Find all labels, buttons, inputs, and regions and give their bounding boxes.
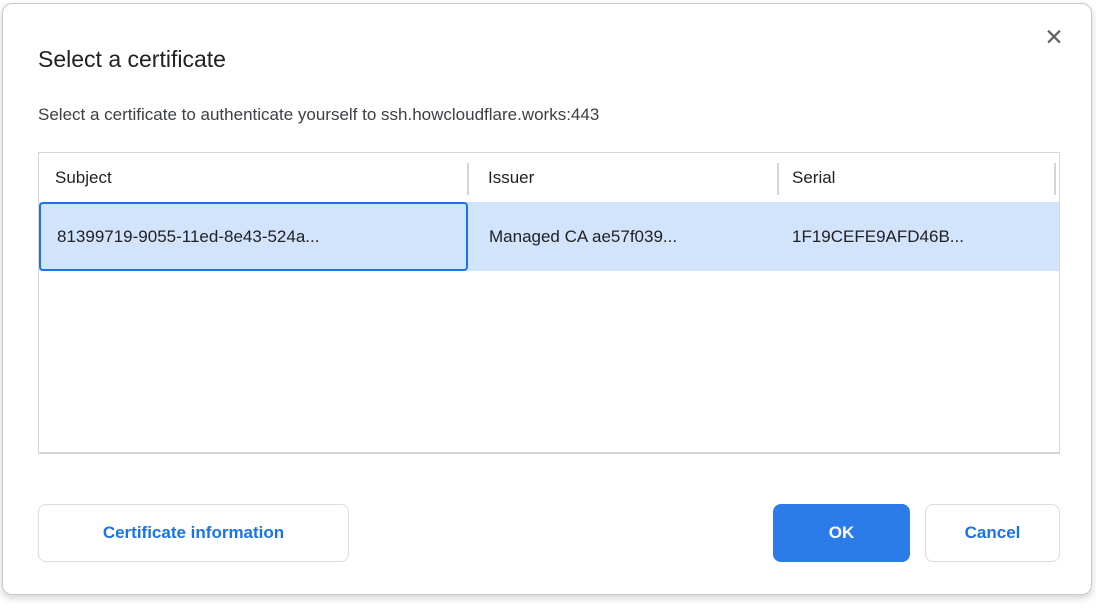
column-header-serial[interactable]: Serial	[792, 153, 835, 202]
certificate-table: Subject Issuer Serial 81399719-9055-11ed…	[38, 152, 1060, 454]
certificate-row-selected[interactable]: 81399719-9055-11ed-8e43-524a... Managed …	[39, 202, 1059, 271]
certificate-information-button-label: Certificate information	[103, 523, 284, 543]
column-header-issuer[interactable]: Issuer	[488, 153, 534, 202]
cell-serial[interactable]: 1F19CEFE9AFD46B...	[792, 202, 964, 271]
ok-button-label: OK	[829, 523, 855, 543]
ok-button[interactable]: OK	[773, 504, 910, 562]
cell-issuer[interactable]: Managed CA ae57f039...	[489, 202, 677, 271]
dialog-subtitle: Select a certificate to authenticate you…	[38, 105, 599, 125]
certificate-information-button[interactable]: Certificate information	[38, 504, 349, 562]
column-divider	[777, 163, 779, 195]
cancel-button[interactable]: Cancel	[925, 504, 1060, 562]
dialog-title: Select a certificate	[38, 46, 226, 73]
close-icon-glyph: ✕	[1044, 26, 1063, 49]
column-header-subject[interactable]: Subject	[55, 153, 112, 202]
table-header-row: Subject Issuer Serial	[39, 153, 1059, 202]
cancel-button-label: Cancel	[965, 523, 1021, 543]
cell-subject[interactable]: 81399719-9055-11ed-8e43-524a...	[57, 202, 319, 271]
close-icon[interactable]: ✕	[1039, 22, 1069, 52]
column-divider	[467, 163, 469, 195]
column-divider	[1054, 163, 1056, 195]
certificate-select-dialog: ✕ Select a certificate Select a certific…	[2, 3, 1092, 595]
